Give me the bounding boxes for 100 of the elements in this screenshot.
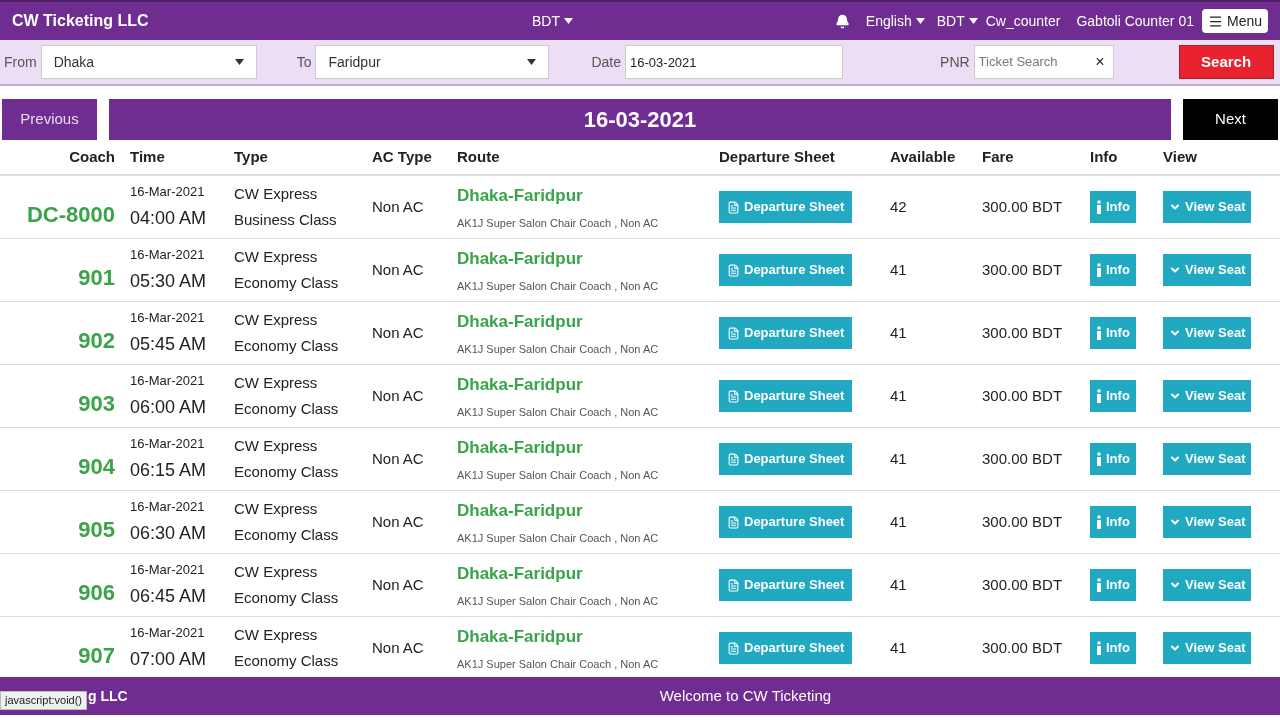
- coach-type: Economy Class: [234, 462, 340, 482]
- departure-sheet-button[interactable]: Departure Sheet: [719, 569, 853, 601]
- info-icon: [1096, 515, 1102, 529]
- coach-type: CW Express: [234, 499, 319, 519]
- column-header: Type: [233, 146, 269, 167]
- currency-dropdown[interactable]: BDT: [936, 10, 978, 32]
- departure-sheet-button[interactable]: Departure Sheet: [719, 506, 853, 538]
- info-button[interactable]: Info: [1090, 317, 1136, 349]
- document-icon: [727, 263, 740, 277]
- coach-details: AK1J Super Salon Chair Coach , Non AC: [457, 593, 660, 609]
- caret-icon: [564, 18, 573, 24]
- ac-type: Non AC: [371, 637, 425, 658]
- available-seats: 41: [882, 573, 974, 597]
- coach-type: CW Express: [234, 562, 319, 582]
- coach-type: CW Express: [234, 373, 319, 393]
- route-name: Dhaka-Faridpur: [457, 563, 584, 585]
- coach-type: CW Express: [234, 310, 319, 330]
- coach-type: Economy Class: [234, 399, 340, 419]
- departure-sheet-button[interactable]: Departure Sheet: [719, 254, 853, 286]
- info-icon: [1096, 200, 1102, 214]
- route-name: Dhaka-Faridpur: [457, 185, 584, 207]
- ac-type: Non AC: [371, 259, 425, 280]
- coach-type: Economy Class: [234, 588, 340, 608]
- departure-sheet-button[interactable]: Departure Sheet: [719, 191, 853, 223]
- info-button[interactable]: Info: [1090, 254, 1136, 286]
- departure-date: 16-Mar-2021: [130, 308, 206, 327]
- fare: 300.00 BDT: [981, 511, 1064, 532]
- view-seat-button[interactable]: View Seat: [1163, 632, 1252, 664]
- coach-details: AK1J Super Salon Chair Coach , Non AC: [457, 404, 660, 420]
- coach-type: CW Express: [234, 184, 319, 204]
- ac-type: Non AC: [371, 511, 425, 532]
- previous-button[interactable]: Previous: [2, 99, 97, 140]
- document-icon: [727, 389, 740, 403]
- fare: 300.00 BDT: [981, 637, 1064, 658]
- coach-type: Economy Class: [234, 651, 340, 671]
- coach-type: CW Express: [234, 436, 319, 456]
- departure-date: 16-Mar-2021: [130, 371, 206, 390]
- info-icon: [1096, 263, 1102, 277]
- view-seat-button[interactable]: View Seat: [1163, 254, 1252, 286]
- departure-time: 06:45 AM: [130, 585, 208, 609]
- caret-icon: [527, 59, 537, 65]
- info-icon: [1096, 389, 1102, 403]
- pnr-search-field[interactable]: Ticket Search ×: [973, 45, 1114, 79]
- info-button[interactable]: Info: [1090, 632, 1136, 664]
- fare: 300.00 BDT: [981, 448, 1064, 469]
- info-button[interactable]: Info: [1090, 506, 1136, 538]
- departure-sheet-button[interactable]: Departure Sheet: [719, 443, 853, 475]
- view-seat-button[interactable]: View Seat: [1163, 506, 1252, 538]
- column-header: View: [1162, 146, 1198, 167]
- column-header: Fare: [981, 146, 1015, 167]
- document-icon: [727, 452, 740, 466]
- coach-type: CW Express: [234, 625, 319, 645]
- departure-sheet-button[interactable]: Departure Sheet: [719, 632, 853, 664]
- coach-details: AK1J Super Salon Chair Coach , Non AC: [457, 530, 660, 546]
- language-dropdown[interactable]: English: [865, 10, 925, 32]
- departure-date: 16-Mar-2021: [130, 497, 206, 516]
- coach-number: 903: [77, 389, 116, 418]
- caret-icon: [968, 18, 978, 24]
- departure-date: 16-Mar-2021: [130, 434, 206, 453]
- column-header: Departure Sheet: [718, 146, 836, 167]
- menu-button[interactable]: Menu: [1201, 9, 1268, 33]
- coach-details: AK1J Super Salon Chair Coach , Non AC: [457, 341, 660, 357]
- from-select[interactable]: Dhaka: [40, 45, 257, 79]
- coach-number: 906: [77, 578, 116, 607]
- to-select[interactable]: Faridpur: [315, 45, 550, 79]
- fare: 300.00 BDT: [981, 385, 1064, 406]
- coach-type: Economy Class: [234, 525, 340, 545]
- column-header: Coach: [68, 146, 116, 167]
- departure-date: 16-Mar-2021: [130, 623, 206, 642]
- coach-details: AK1J Super Salon Chair Coach , Non AC: [457, 215, 660, 231]
- coach-type: Economy Class: [234, 336, 340, 356]
- view-seat-button[interactable]: View Seat: [1163, 317, 1252, 349]
- currency-dropdown[interactable]: BDT: [532, 10, 573, 32]
- departure-time: 05:45 AM: [130, 333, 208, 357]
- counter-name: Gabtoli Counter 01: [1076, 11, 1194, 31]
- column-header: AC Type: [371, 146, 433, 167]
- departure-sheet-button[interactable]: Departure Sheet: [719, 380, 853, 412]
- view-seat-button[interactable]: View Seat: [1163, 380, 1252, 412]
- departure-sheet-button[interactable]: Departure Sheet: [719, 317, 853, 349]
- info-button[interactable]: Info: [1090, 191, 1136, 223]
- next-button[interactable]: Next: [1183, 99, 1278, 140]
- info-button[interactable]: Info: [1090, 569, 1136, 601]
- search-button[interactable]: Search: [1178, 45, 1274, 79]
- coach-number: 904: [77, 452, 116, 481]
- info-button[interactable]: Info: [1090, 443, 1136, 475]
- coach-type: Economy Class: [234, 273, 340, 293]
- info-button[interactable]: Info: [1090, 380, 1136, 412]
- view-seat-button[interactable]: View Seat: [1163, 443, 1252, 475]
- available-seats: 41: [882, 258, 974, 282]
- coach-number: DC-8000: [25, 200, 116, 229]
- date-field[interactable]: 16-03-2021: [625, 45, 844, 79]
- view-seat-button[interactable]: View Seat: [1163, 191, 1252, 223]
- bell-icon[interactable]: [834, 13, 850, 29]
- available-seats: 41: [882, 510, 974, 534]
- view-seat-button[interactable]: View Seat: [1163, 569, 1252, 601]
- clear-button[interactable]: ×: [1091, 50, 1109, 74]
- caret-icon: [234, 59, 244, 65]
- departure-date: 16-Mar-2021: [130, 245, 206, 264]
- column-header: Time: [129, 146, 166, 167]
- column-header: Available: [889, 146, 957, 167]
